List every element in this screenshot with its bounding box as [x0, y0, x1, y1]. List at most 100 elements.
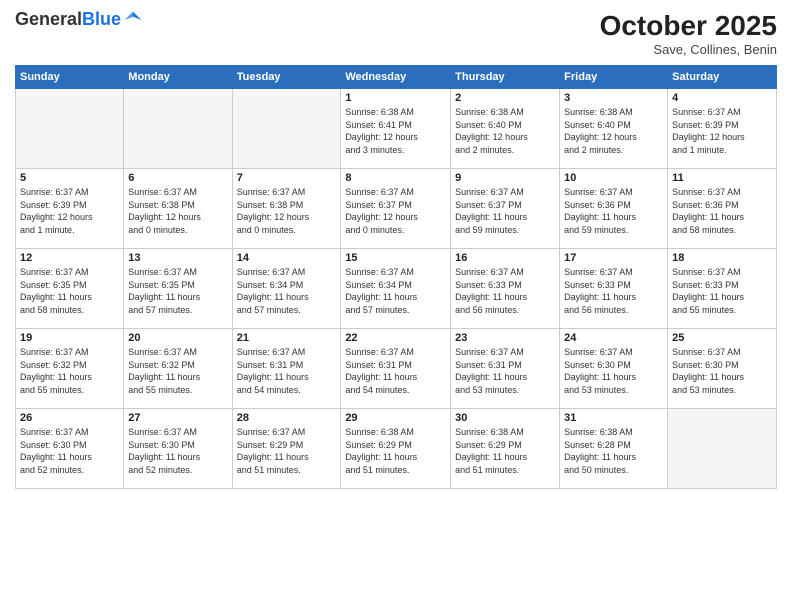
- day-info: Sunrise: 6:38 AM Sunset: 6:29 PM Dayligh…: [455, 426, 555, 476]
- day-number: 20: [128, 332, 227, 344]
- calendar-cell: 21Sunrise: 6:37 AM Sunset: 6:31 PM Dayli…: [232, 329, 341, 409]
- day-info: Sunrise: 6:37 AM Sunset: 6:35 PM Dayligh…: [20, 266, 119, 316]
- calendar-week-3: 12 Sunrise: 6:37 AM Sunset: 6:35 PM Dayli…: [16, 249, 777, 329]
- day-info: Sunrise: 6:37 AM Sunset: 6:36 PM Dayligh…: [672, 186, 772, 236]
- calendar-cell: 16Sunrise: 6:37 AM Sunset: 6:33 PM Dayli…: [451, 249, 560, 329]
- day-info: Sunrise: 6:37 AM Sunset: 6:31 PM Dayligh…: [237, 346, 337, 396]
- calendar-cell: 4 Sunrise: 6:37 AM Sunset: 6:39 PM Daylig…: [668, 89, 777, 169]
- calendar-cell: 23 Sunrise: 6:37 AM Sunset: 6:31 PM Dayli…: [451, 329, 560, 409]
- calendar-week-1: 1 Sunrise: 6:38 AM Sunset: 6:41 PM Daylig…: [16, 89, 777, 169]
- day-number: 12: [20, 252, 119, 264]
- calendar-cell: 2Sunrise: 6:38 AM Sunset: 6:40 PM Daylig…: [451, 89, 560, 169]
- day-info: Sunrise: 6:37 AM Sunset: 6:39 PM Dayligh…: [20, 186, 119, 236]
- day-info: Sunrise: 6:37 AM Sunset: 6:34 PM Dayligh…: [237, 266, 337, 316]
- calendar-cell: 31 Sunrise: 6:38 AM Sunset: 6:28 PM Dayli…: [560, 409, 668, 489]
- calendar-cell: 7Sunrise: 6:37 AM Sunset: 6:38 PM Daylig…: [232, 169, 341, 249]
- day-info: Sunrise: 6:38 AM Sunset: 6:40 PM Dayligh…: [455, 106, 555, 156]
- calendar-cell: 28Sunrise: 6:37 AM Sunset: 6:29 PM Dayli…: [232, 409, 341, 489]
- calendar-cell: 12 Sunrise: 6:37 AM Sunset: 6:35 PM Dayli…: [16, 249, 124, 329]
- day-info: Sunrise: 6:38 AM Sunset: 6:41 PM Dayligh…: [345, 106, 446, 156]
- day-info: Sunrise: 6:37 AM Sunset: 6:30 PM Dayligh…: [20, 426, 119, 476]
- page: GeneralBlue October 2025 Save, Collines,…: [0, 0, 792, 612]
- day-number: 6: [128, 172, 227, 184]
- logo: GeneralBlue: [15, 10, 143, 30]
- location: Save, Collines, Benin: [600, 42, 777, 57]
- day-number: 4: [672, 92, 772, 104]
- calendar-cell: 27Sunrise: 6:37 AM Sunset: 6:30 PM Dayli…: [124, 409, 232, 489]
- day-number: 30: [455, 412, 555, 424]
- calendar-cell: 11Sunrise: 6:37 AM Sunset: 6:36 PM Dayli…: [668, 169, 777, 249]
- day-number: 26: [20, 412, 119, 424]
- day-number: 24: [564, 332, 663, 344]
- day-number: 14: [237, 252, 337, 264]
- day-number: 25: [672, 332, 772, 344]
- day-info: Sunrise: 6:37 AM Sunset: 6:36 PM Dayligh…: [564, 186, 663, 236]
- calendar-cell: 9 Sunrise: 6:37 AM Sunset: 6:37 PM Daylig…: [451, 169, 560, 249]
- day-info: Sunrise: 6:37 AM Sunset: 6:37 PM Dayligh…: [455, 186, 555, 236]
- day-number: 1: [345, 92, 446, 104]
- day-info: Sunrise: 6:38 AM Sunset: 6:29 PM Dayligh…: [345, 426, 446, 476]
- day-info: Sunrise: 6:37 AM Sunset: 6:34 PM Dayligh…: [345, 266, 446, 316]
- day-info: Sunrise: 6:37 AM Sunset: 6:33 PM Dayligh…: [672, 266, 772, 316]
- day-info: Sunrise: 6:38 AM Sunset: 6:28 PM Dayligh…: [564, 426, 663, 476]
- day-number: 13: [128, 252, 227, 264]
- day-info: Sunrise: 6:37 AM Sunset: 6:38 PM Dayligh…: [128, 186, 227, 236]
- day-info: Sunrise: 6:37 AM Sunset: 6:29 PM Dayligh…: [237, 426, 337, 476]
- day-header-monday: Monday: [124, 66, 232, 89]
- day-number: 27: [128, 412, 227, 424]
- day-number: 17: [564, 252, 663, 264]
- day-number: 19: [20, 332, 119, 344]
- day-number: 29: [345, 412, 446, 424]
- day-number: 31: [564, 412, 663, 424]
- calendar-cell: 14 Sunrise: 6:37 AM Sunset: 6:34 PM Dayli…: [232, 249, 341, 329]
- calendar-cell: 15 Sunrise: 6:37 AM Sunset: 6:34 PM Dayli…: [341, 249, 451, 329]
- day-info: Sunrise: 6:37 AM Sunset: 6:35 PM Dayligh…: [128, 266, 227, 316]
- day-info: Sunrise: 6:37 AM Sunset: 6:30 PM Dayligh…: [564, 346, 663, 396]
- calendar-cell: 20 Sunrise: 6:37 AM Sunset: 6:32 PM Dayli…: [124, 329, 232, 409]
- calendar-cell: 17 Sunrise: 6:37 AM Sunset: 6:33 PM Dayli…: [560, 249, 668, 329]
- calendar-week-5: 26 Sunrise: 6:37 AM Sunset: 6:30 PM Dayli…: [16, 409, 777, 489]
- day-number: 23: [455, 332, 555, 344]
- day-header-friday: Friday: [560, 66, 668, 89]
- day-number: 9: [455, 172, 555, 184]
- calendar-cell: [16, 89, 124, 169]
- day-number: 8: [345, 172, 446, 184]
- day-header-tuesday: Tuesday: [232, 66, 341, 89]
- day-info: Sunrise: 6:37 AM Sunset: 6:32 PM Dayligh…: [20, 346, 119, 396]
- day-number: 22: [345, 332, 446, 344]
- day-number: 18: [672, 252, 772, 264]
- day-number: 7: [237, 172, 337, 184]
- title-area: October 2025 Save, Collines, Benin: [600, 10, 777, 57]
- calendar-cell: 3 Sunrise: 6:38 AM Sunset: 6:40 PM Daylig…: [560, 89, 668, 169]
- calendar-cell: 8 Sunrise: 6:37 AM Sunset: 6:37 PM Daylig…: [341, 169, 451, 249]
- calendar-cell: 19 Sunrise: 6:37 AM Sunset: 6:32 PM Dayli…: [16, 329, 124, 409]
- day-info: Sunrise: 6:37 AM Sunset: 6:37 PM Dayligh…: [345, 186, 446, 236]
- day-header-saturday: Saturday: [668, 66, 777, 89]
- calendar-cell: 5 Sunrise: 6:37 AM Sunset: 6:39 PM Daylig…: [16, 169, 124, 249]
- day-info: Sunrise: 6:37 AM Sunset: 6:39 PM Dayligh…: [672, 106, 772, 156]
- day-info: Sunrise: 6:37 AM Sunset: 6:32 PM Dayligh…: [128, 346, 227, 396]
- calendar-cell: 18 Sunrise: 6:37 AM Sunset: 6:33 PM Dayli…: [668, 249, 777, 329]
- calendar-cell: 13 Sunrise: 6:37 AM Sunset: 6:35 PM Dayli…: [124, 249, 232, 329]
- day-number: 5: [20, 172, 119, 184]
- day-header-thursday: Thursday: [451, 66, 560, 89]
- calendar-cell: 6 Sunrise: 6:37 AM Sunset: 6:38 PM Daylig…: [124, 169, 232, 249]
- day-number: 10: [564, 172, 663, 184]
- calendar-cell: 24 Sunrise: 6:37 AM Sunset: 6:30 PM Dayli…: [560, 329, 668, 409]
- logo-general: General: [15, 9, 82, 29]
- calendar-cell: [232, 89, 341, 169]
- day-info: Sunrise: 6:38 AM Sunset: 6:40 PM Dayligh…: [564, 106, 663, 156]
- calendar-cell: 10 Sunrise: 6:37 AM Sunset: 6:36 PM Dayli…: [560, 169, 668, 249]
- calendar-cell: 26 Sunrise: 6:37 AM Sunset: 6:30 PM Dayli…: [16, 409, 124, 489]
- logo-text: GeneralBlue: [15, 10, 121, 30]
- month-title: October 2025: [600, 10, 777, 42]
- header: GeneralBlue October 2025 Save, Collines,…: [15, 10, 777, 57]
- day-number: 15: [345, 252, 446, 264]
- calendar-week-4: 19 Sunrise: 6:37 AM Sunset: 6:32 PM Dayli…: [16, 329, 777, 409]
- day-info: Sunrise: 6:37 AM Sunset: 6:31 PM Dayligh…: [455, 346, 555, 396]
- calendar-cell: 29 Sunrise: 6:38 AM Sunset: 6:29 PM Dayli…: [341, 409, 451, 489]
- day-header-sunday: Sunday: [16, 66, 124, 89]
- day-info: Sunrise: 6:37 AM Sunset: 6:33 PM Dayligh…: [455, 266, 555, 316]
- day-info: Sunrise: 6:37 AM Sunset: 6:33 PM Dayligh…: [564, 266, 663, 316]
- day-number: 3: [564, 92, 663, 104]
